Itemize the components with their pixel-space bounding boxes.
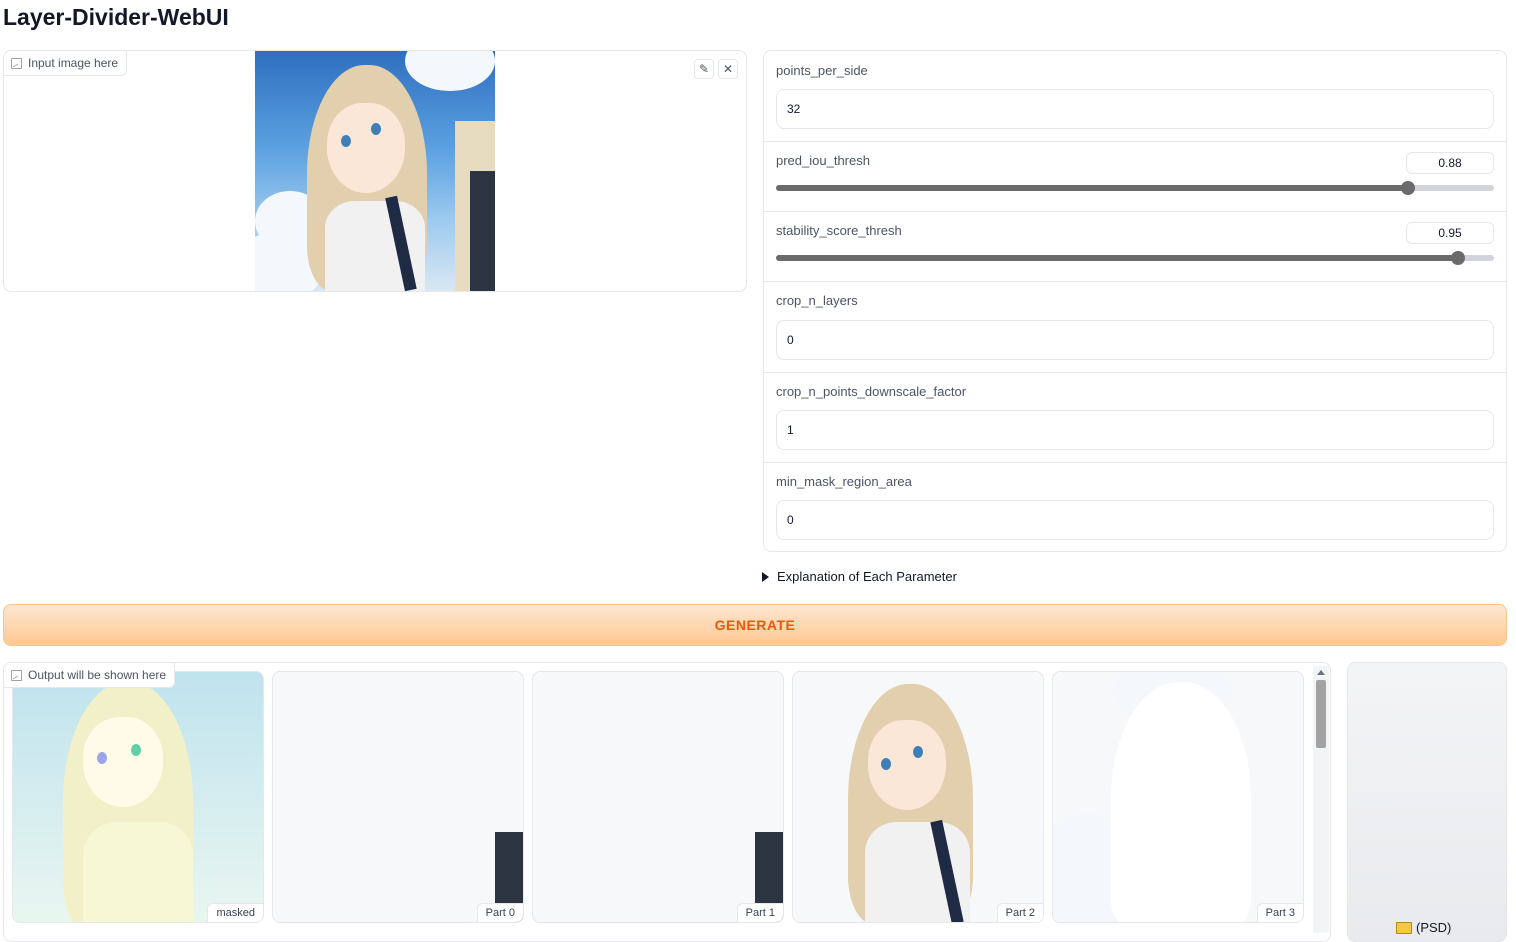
parameters-panel: points_per_side 32 pred_iou_thresh 0.88 … xyxy=(763,50,1507,552)
gallery-item-masked[interactable]: masked xyxy=(12,671,264,923)
output-label-text: Output will be shown here xyxy=(28,668,167,682)
edit-image-button[interactable]: ✎ xyxy=(694,59,714,79)
clear-image-button[interactable]: ✕ xyxy=(718,59,738,79)
gallery-caption: masked xyxy=(207,903,263,922)
explanation-accordion[interactable]: Explanation of Each Parameter xyxy=(762,569,957,584)
crop-n-layers-input[interactable]: 0 xyxy=(776,320,1494,360)
explanation-accordion-label: Explanation of Each Parameter xyxy=(777,569,957,584)
gallery-caption: Part 2 xyxy=(996,903,1043,922)
gallery-item-part-1[interactable]: Part 1 xyxy=(532,671,784,923)
pred-iou-thresh-thumb[interactable] xyxy=(1400,181,1415,195)
min-mask-region-area-input[interactable]: 0 xyxy=(776,500,1494,540)
pred-iou-thresh-fill xyxy=(776,185,1408,191)
crop-n-points-downscale-factor-label: crop_n_points_downscale_factor xyxy=(776,384,967,399)
psd-file-output[interactable] xyxy=(1347,662,1507,942)
param-stability-score-thresh: stability_score_thresh 0.95 xyxy=(764,211,1506,282)
image-icon xyxy=(11,669,22,681)
triangle-right-icon xyxy=(762,571,769,582)
close-icon: ✕ xyxy=(722,62,734,76)
input-image-panel[interactable]: Input image here ✎ ✕ xyxy=(3,50,747,292)
generate-button[interactable]: GENERATE xyxy=(3,604,1507,646)
gallery-caption: Part 3 xyxy=(1256,903,1303,922)
image-icon xyxy=(11,57,22,69)
stability-score-thresh-label: stability_score_thresh xyxy=(776,223,902,238)
param-crop-n-layers: crop_n_layers 0 xyxy=(764,281,1506,373)
scrollbar-handle[interactable] xyxy=(1316,680,1326,748)
param-pred-iou-thresh: pred_iou_thresh 0.88 xyxy=(764,141,1506,212)
input-image-label-text: Input image here xyxy=(28,56,119,70)
points-per-side-label: points_per_side xyxy=(776,63,868,78)
param-points-per-side: points_per_side 32 xyxy=(764,51,1506,142)
input-image xyxy=(255,51,495,291)
gallery-item-part-2[interactable]: Part 2 xyxy=(792,671,1044,923)
param-crop-n-points-downscale-factor: crop_n_points_downscale_factor 1 xyxy=(764,372,1506,463)
gallery-scrollbar[interactable] xyxy=(1313,666,1329,933)
scroll-up-icon[interactable] xyxy=(1317,670,1325,675)
param-min-mask-region-area: min_mask_region_area 0 xyxy=(764,462,1506,551)
stability-score-thresh-slider[interactable] xyxy=(776,251,1494,265)
stability-score-thresh-fill xyxy=(776,255,1459,261)
pred-iou-thresh-value-input[interactable]: 0.88 xyxy=(1406,152,1494,174)
pred-iou-thresh-label: pred_iou_thresh xyxy=(776,153,870,168)
crop-n-points-downscale-factor-input[interactable]: 1 xyxy=(776,410,1494,450)
input-image-label: Input image here xyxy=(4,51,128,76)
points-per-side-input[interactable]: 32 xyxy=(776,89,1494,129)
folder-icon xyxy=(1396,921,1412,934)
gallery-item-part-0[interactable]: Part 0 xyxy=(272,671,524,923)
gallery-caption: Part 0 xyxy=(476,903,523,922)
pencil-icon: ✎ xyxy=(698,62,710,76)
crop-n-layers-label: crop_n_layers xyxy=(776,293,858,308)
pred-iou-thresh-slider[interactable] xyxy=(776,181,1494,195)
gallery-caption: Part 1 xyxy=(736,903,783,922)
stability-score-thresh-thumb[interactable] xyxy=(1451,251,1466,265)
min-mask-region-area-label: min_mask_region_area xyxy=(776,474,912,489)
stability-score-thresh-value-input[interactable]: 0.95 xyxy=(1406,222,1494,244)
gallery-item-part-3[interactable]: Part 3 xyxy=(1052,671,1304,923)
output-label: Output will be shown here xyxy=(4,663,176,688)
app-title: Layer-Divider-WebUI xyxy=(3,4,229,30)
